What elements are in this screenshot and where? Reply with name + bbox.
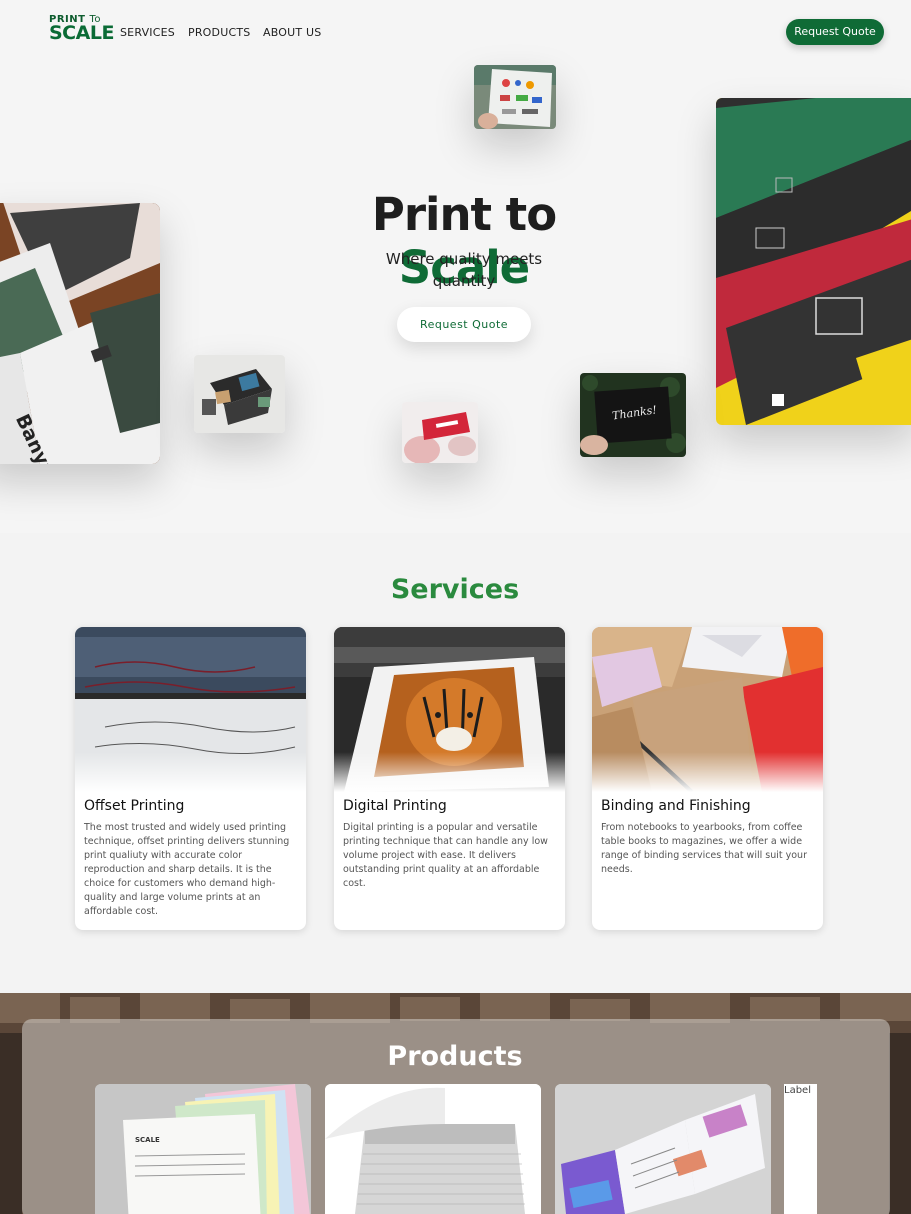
service-description: From notebooks to yearbooks, from coffee… [601, 822, 807, 875]
product-label-broken-image[interactable]: Label [784, 1084, 817, 1214]
svg-text:SCALE: SCALE [135, 1136, 160, 1144]
service-card-binding-and-finishing[interactable]: Binding and Finishing From notebooks to … [592, 627, 823, 930]
hero-image-notebooks [716, 98, 911, 425]
service-title: Offset Printing [84, 798, 185, 814]
brand-logo[interactable]: PRINT To SCALE [49, 14, 114, 44]
nav-link-products[interactable]: PRODUCTS [188, 26, 250, 39]
services-heading: Services [390, 574, 520, 605]
request-quote-nav-button[interactable]: Request Quote [786, 19, 884, 45]
product-card-brochures[interactable] [555, 1084, 771, 1214]
service-title: Digital Printing [343, 798, 447, 814]
hero-subtitle: Where quality meets quantity [385, 250, 543, 290]
service-description: The most trusted and widely used printin… [84, 822, 290, 917]
hero-image-cards-box [194, 355, 285, 433]
digital-printing-image [334, 627, 565, 792]
top-nav: PRINT To SCALE SERVICES PRODUCTS ABOUT U… [0, 0, 911, 64]
hero-image-card-in-hand [402, 402, 478, 463]
broken-image-alt-text: Label [784, 1085, 811, 1096]
product-card-continuous-paper[interactable] [325, 1084, 541, 1214]
service-card-offset-printing[interactable]: Offset Printing The most trusted and wid… [75, 627, 306, 930]
service-title: Binding and Finishing [601, 798, 751, 814]
offset-printing-image [75, 627, 306, 792]
service-card-digital-printing[interactable]: Digital Printing Digital printing is a p… [334, 627, 565, 930]
products-heading: Products [387, 1041, 523, 1072]
logo-scale-text: SCALE [49, 22, 114, 44]
binding-and-finishing-image [592, 627, 823, 792]
hero-image-magazines: Banyan [0, 203, 160, 464]
request-quote-hero-button[interactable]: Request Quote [397, 307, 531, 342]
hero-image-thanks-card: Thanks! [580, 373, 686, 457]
service-description: Digital printing is a popular and versat… [343, 822, 548, 889]
hero-image-sticker-sheet [474, 65, 556, 129]
nav-link-services[interactable]: SERVICES [120, 26, 175, 39]
nav-link-about-us[interactable]: ABOUT US [263, 26, 321, 39]
product-card-forms[interactable]: SCALE [95, 1084, 311, 1214]
